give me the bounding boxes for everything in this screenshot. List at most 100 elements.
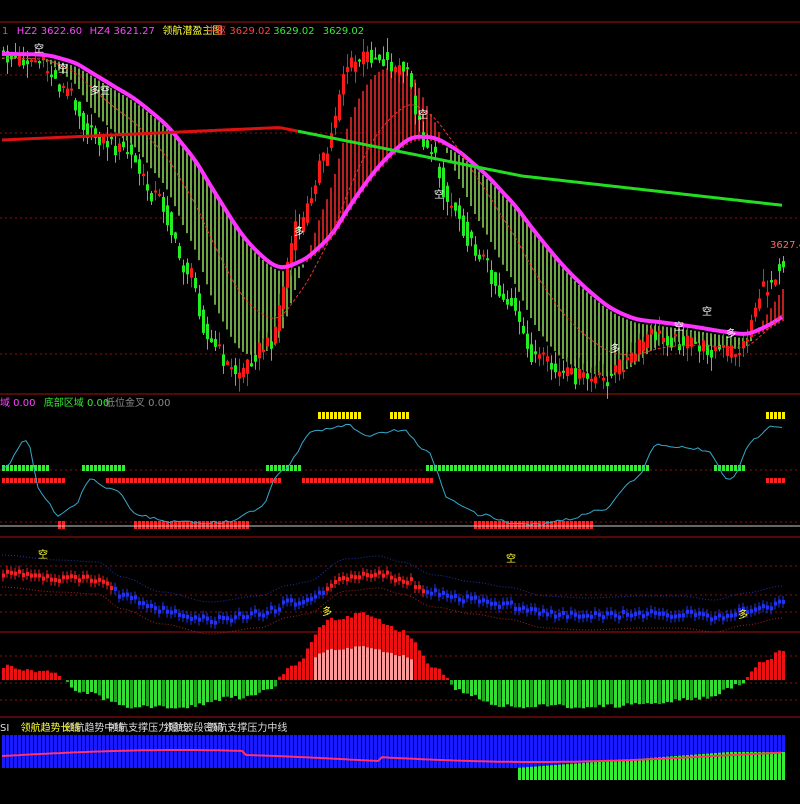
trend-signal-label: 多: [738, 608, 748, 621]
osc-red-bar: [418, 478, 421, 483]
osc-low-red-bar: [582, 521, 585, 529]
osc-low-red-bar: [570, 521, 573, 529]
osc-green-bar: [606, 465, 609, 471]
hist-bar: [678, 680, 681, 701]
osc-low-red-bar: [522, 521, 525, 529]
trend-mark: [778, 600, 781, 604]
osc-red-bar: [122, 478, 125, 483]
osc-green-bar: [502, 465, 505, 471]
osc-red-bar: [378, 478, 381, 483]
bottom-blue-bar: [466, 735, 469, 768]
candle-body: [158, 194, 161, 196]
trend-mark: [230, 619, 233, 623]
candle-body: [334, 116, 337, 128]
candle-body: [22, 60, 25, 66]
ribbon-bar: [510, 204, 512, 277]
ribbon-bar: [458, 155, 460, 179]
bottom-green-bar: [606, 761, 609, 780]
osc-green-bar: [454, 465, 457, 471]
osc-green-bar: [274, 465, 277, 471]
trend-mark: [462, 599, 465, 603]
candle-body: [62, 86, 65, 88]
trend-mark: [598, 613, 601, 617]
candle-body: [18, 55, 21, 66]
hist-bar: [718, 680, 721, 694]
ribbon-bar: [714, 334, 716, 346]
candle-body: [130, 145, 133, 155]
bottom-blue-bar: [14, 735, 17, 768]
bottom-green-bar: [574, 764, 577, 781]
hist-inner-bar: [374, 649, 377, 680]
candle-body: [718, 345, 721, 350]
osc-green-bar: [466, 465, 469, 471]
hist-bar: [606, 680, 609, 705]
trend-panel: [2, 555, 785, 634]
bottom-blue-bar: [150, 735, 153, 768]
osc-green-bar: [610, 465, 613, 471]
signal-label: 空: [434, 188, 444, 201]
candle-body: [338, 94, 341, 120]
hist-bar: [186, 680, 189, 708]
candle-body: [674, 334, 677, 336]
ribbon-bar: [370, 79, 372, 181]
candle-body: [386, 52, 389, 60]
candle-body: [150, 193, 153, 201]
bottom-blue-bar: [146, 735, 149, 768]
osc-red-bar: [170, 478, 173, 483]
osc-green-bar: [526, 465, 529, 471]
osc-green-bar: [602, 465, 605, 471]
trend-mark: [42, 577, 45, 581]
osc-green-bar: [578, 465, 581, 471]
osc-green-bar: [550, 465, 553, 471]
osc-red-bar: [30, 478, 33, 483]
trend-mark: [602, 615, 605, 619]
candle-body: [82, 113, 85, 130]
bottom-blue-bar: [458, 735, 461, 768]
osc-low-red-bar: [482, 521, 485, 529]
bottom-blue-bar: [254, 735, 257, 768]
signal-label: 空: [58, 62, 68, 75]
trend-mark: [338, 577, 341, 581]
osc-low-red-bar: [238, 521, 241, 529]
hist-bar: [610, 680, 613, 704]
candle-body: [142, 174, 145, 176]
osc-low-red-bar: [546, 521, 549, 529]
bottom-blue-bar: [166, 735, 169, 768]
hist-bar: [586, 680, 589, 707]
osc-green-bar: [494, 465, 497, 471]
hist-bar: [250, 680, 253, 695]
trend-mark: [654, 611, 657, 615]
osc-line: [2, 424, 782, 526]
trend-mark: [622, 610, 625, 614]
trend-mark: [434, 588, 437, 592]
bottom-green-bar: [758, 752, 761, 780]
trend-mark: [162, 606, 165, 610]
osc-green-bar: [590, 465, 593, 471]
hist-bar: [446, 678, 449, 680]
osc-red-bar: [162, 478, 165, 483]
osc-green-bar: [598, 465, 601, 471]
trend-mark: [634, 612, 637, 616]
trend-mark: [354, 575, 357, 579]
candle-body: [422, 132, 425, 147]
hist-bar: [14, 668, 17, 680]
osc-green-bar: [626, 465, 629, 471]
candle-body: [310, 198, 313, 203]
trend-mark: [618, 616, 621, 620]
osc-red-bar: [26, 478, 29, 483]
osc-green-bar: [430, 465, 433, 471]
signal-label: 空: [34, 42, 44, 55]
bottom-green-bar: [694, 755, 697, 781]
hist-inner-bar: [314, 657, 317, 680]
bottom-blue-bar: [434, 735, 437, 768]
bottom-blue-bar: [222, 735, 225, 768]
trend-mark: [722, 616, 725, 620]
osc-low-red-bar: [554, 521, 557, 529]
osc-low-red-bar: [58, 521, 61, 529]
bottom-green-bar: [558, 765, 561, 780]
bottom-blue-bar: [274, 735, 277, 768]
bottom-green-bar: [550, 765, 553, 780]
osc-green-bar: [614, 465, 617, 471]
trend-mark: [34, 573, 37, 577]
hist-bar: [6, 665, 9, 680]
